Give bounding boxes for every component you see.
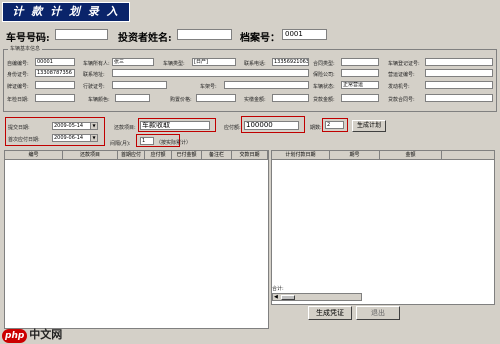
info-label: 车辆登记证号: xyxy=(388,61,420,67)
investor-label: 投资者姓名: xyxy=(118,33,172,44)
amount-label: 应付额: xyxy=(224,125,241,131)
info-label: 身份证号: xyxy=(7,72,29,78)
info-label: 车辆状态: xyxy=(313,84,335,90)
plan-table[interactable]: 编号 还款项目 首期应付 应付额 已付金额 备注栏 交款日期 xyxy=(4,150,269,329)
column-header[interactable]: 期号 xyxy=(330,151,380,159)
start-date-label: 提交日期: xyxy=(8,125,30,131)
info-field[interactable]: 13356921063 xyxy=(272,58,309,66)
column-header[interactable]: 备注栏 xyxy=(202,151,232,159)
amount-input[interactable]: 100000 xyxy=(244,121,299,130)
info-label: 联系地址: xyxy=(83,72,105,78)
info-label: 牌证编号: xyxy=(7,84,29,90)
investor-input[interactable] xyxy=(177,29,232,40)
info-label: 保险公司: xyxy=(313,72,335,78)
info-field[interactable] xyxy=(272,94,309,102)
schedule-table-header: 计划付款日期 期号 金额 xyxy=(272,151,494,160)
column-header[interactable]: 计划付款日期 xyxy=(272,151,330,159)
info-label: 发动机号: xyxy=(388,84,410,90)
item-input[interactable]: 车款收取 xyxy=(140,121,210,130)
info-field[interactable] xyxy=(196,94,236,102)
generate-plan-button[interactable]: 生成计划 xyxy=(352,120,386,132)
info-field[interactable] xyxy=(224,81,309,89)
months-input[interactable]: 1 xyxy=(140,137,154,145)
periods-input[interactable]: 2 xyxy=(325,121,344,129)
item-label: 还款项目: xyxy=(114,125,136,131)
info-label: 车辆类型: xyxy=(163,61,185,67)
info-label: 车辆颜色: xyxy=(88,97,110,103)
periods-label: 期数: xyxy=(310,125,322,131)
vehicle-info-title: 车辆基本信息 xyxy=(8,45,43,52)
info-label: 自编编号: xyxy=(7,61,29,67)
info-label: 购置价格: xyxy=(170,97,192,103)
column-header[interactable]: 应付额 xyxy=(145,151,172,159)
info-field[interactable]: [日产] xyxy=(192,58,236,66)
column-header[interactable]: 还款项目 xyxy=(63,151,118,159)
info-field[interactable] xyxy=(341,58,379,66)
info-field[interactable]: 张三 xyxy=(112,58,154,66)
plate-label: 车号号码: xyxy=(6,33,50,44)
months-note: （按实际累计） xyxy=(156,140,192,146)
plan-table-header: 编号 还款项目 首期应付 应付额 已付金额 备注栏 交款日期 xyxy=(5,151,268,160)
first-pay-label: 首次应付日期: xyxy=(8,137,40,143)
info-field[interactable] xyxy=(341,94,379,102)
info-label: 营运证编号: xyxy=(388,72,415,78)
window-title: 计 款 计 划 录 入 xyxy=(12,5,120,18)
dropdown-arrow-icon[interactable]: ▼ xyxy=(90,123,97,129)
column-header[interactable]: 金额 xyxy=(380,151,442,159)
file-label: 档案号： xyxy=(240,33,280,44)
column-header[interactable]: 首期应付 xyxy=(118,151,145,159)
first-pay-picker[interactable]: 2009-06-14 ▼ xyxy=(52,134,98,142)
exit-button[interactable]: 退出 xyxy=(356,306,400,320)
info-field[interactable] xyxy=(425,58,493,66)
info-field[interactable]: 13308787356 xyxy=(35,69,75,77)
info-label: 车架号: xyxy=(200,84,217,90)
info-field[interactable] xyxy=(115,94,150,102)
file-input[interactable]: 0001 xyxy=(282,29,327,40)
info-field[interactable] xyxy=(341,69,379,77)
start-date-value: 2009-05-14 xyxy=(54,123,84,129)
dropdown-arrow-icon[interactable]: ▼ xyxy=(90,135,97,141)
first-pay-value: 2009-06-14 xyxy=(54,135,84,141)
info-label: 贷款金额: xyxy=(313,97,335,103)
start-date-picker[interactable]: 2009-05-14 ▼ xyxy=(52,122,98,130)
info-label: 实缴金额: xyxy=(244,97,266,103)
info-field[interactable] xyxy=(112,81,167,89)
info-field[interactable]: 00001 xyxy=(35,58,75,66)
scroll-left-icon[interactable]: ◀ xyxy=(274,294,278,300)
horizontal-scrollbar[interactable]: ◀ xyxy=(272,293,362,301)
column-header[interactable]: 交款日期 xyxy=(232,151,268,159)
info-label: 车辆所有人: xyxy=(83,61,110,67)
total-label: 合计: xyxy=(272,286,284,292)
plate-input[interactable] xyxy=(55,29,108,40)
schedule-table[interactable]: 计划付款日期 期号 金额 xyxy=(271,150,495,305)
info-label: 贷款合同号: xyxy=(388,97,415,103)
scroll-thumb[interactable] xyxy=(281,295,295,300)
months-label: 间隔(月): xyxy=(110,141,131,147)
info-field[interactable] xyxy=(425,94,493,102)
info-field[interactable]: 正常营运 xyxy=(341,81,379,89)
watermark-site: 中文网 xyxy=(29,328,63,341)
column-header[interactable]: 已付金额 xyxy=(172,151,202,159)
info-label: 年检日期: xyxy=(7,97,29,103)
watermark-logo: php xyxy=(2,329,28,343)
info-field[interactable] xyxy=(112,69,309,77)
window-title-bar: 计 款 计 划 录 入 xyxy=(2,2,130,22)
info-field[interactable] xyxy=(35,81,75,89)
site-watermark: php 中文网 xyxy=(2,326,63,343)
info-label: 行驶证号: xyxy=(83,84,105,90)
column-header[interactable]: 编号 xyxy=(5,151,63,159)
info-label: 联系电话: xyxy=(244,61,266,67)
info-label: 合同类型: xyxy=(313,61,335,67)
generate-voucher-button[interactable]: 生成凭证 xyxy=(308,306,352,320)
info-field[interactable] xyxy=(425,69,493,77)
info-field[interactable] xyxy=(35,94,75,102)
info-field[interactable] xyxy=(425,81,493,89)
